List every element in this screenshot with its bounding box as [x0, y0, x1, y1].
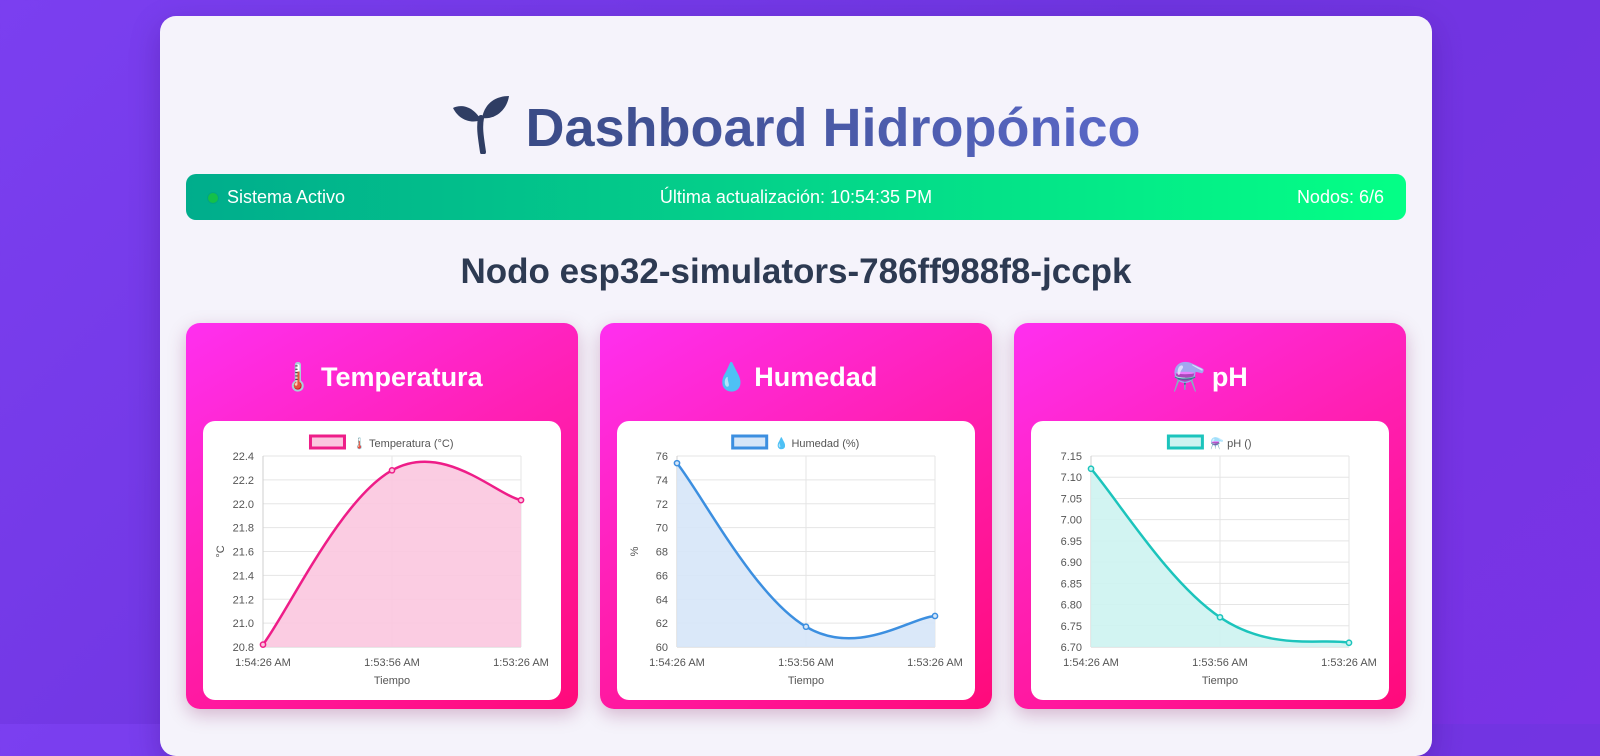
chart-legend-label: 💧 Humedad (%) — [775, 437, 860, 450]
temperature-card: 🌡️ Temperatura 🌡️ Temperatura (°C) 22.4 22.… — [186, 323, 578, 709]
chart-x-axis-title: Tiempo — [788, 675, 824, 687]
chart-y-tick: 6.70 — [1061, 642, 1082, 654]
humidity-chart[interactable]: 💧 Humedad (%) 76 74 72 70 68 66 64 62 60 1:54:26 A… — [617, 421, 975, 700]
page-title-text: Dashboard Hidropónico — [525, 98, 1141, 158]
chart-y-tick: 7.10 — [1061, 472, 1082, 484]
humidity-chart-svg: 💧 Humedad (%) 76 74 72 70 68 66 64 62 60 1:54:26 A… — [629, 434, 963, 687]
chart-x-tick: 1:53:56 AM — [364, 657, 420, 669]
chart-point[interactable] — [802, 623, 810, 631]
chart-y-tick: 72 — [656, 499, 668, 511]
chart-area — [263, 461, 521, 647]
chart-y-axis-title: °C — [215, 545, 227, 557]
chart-y-tick: 76 — [656, 451, 668, 463]
chart-legend-swatch[interactable] — [731, 434, 769, 450]
ph-card: ⚗️ pH ⚗️ pH () 7.15 7.10 7.05 7.00 6.95 6.90 6.8… — [1014, 323, 1406, 709]
chart-legend-swatch[interactable] — [308, 434, 346, 450]
chart-y-tick: 21.2 — [233, 594, 254, 606]
chart-y-tick: 21.8 — [233, 523, 254, 535]
chart-y-tick: 74 — [656, 475, 668, 487]
chart-y-tick: 6.85 — [1061, 578, 1082, 590]
chart-point[interactable] — [931, 612, 939, 620]
chart-y-tick: 7.15 — [1061, 451, 1082, 463]
temperature-chart[interactable]: 🌡️ Temperatura (°C) 22.4 22.2 22.0 21.8 21.6 2… — [203, 421, 561, 700]
chart-y-tick: 22.2 — [233, 475, 254, 487]
chart-x-tick: 1:53:56 AM — [1192, 657, 1248, 669]
chart-y-tick: 60 — [656, 642, 668, 654]
chart-legend-label: 🌡️ Temperatura (°C) — [352, 437, 453, 450]
chart-point[interactable] — [1216, 613, 1224, 621]
chart-y-tick: 21.6 — [233, 547, 254, 559]
chart-legend-label: ⚗️ pH () — [1210, 437, 1251, 450]
chart-point[interactable] — [673, 459, 681, 467]
temperature-card-label: Temperatura — [321, 362, 483, 392]
chart-y-tick: 68 — [656, 547, 668, 559]
temperature-card-title: 🌡️ Temperatura — [186, 361, 578, 393]
chart-y-tick: 70 — [656, 523, 668, 535]
chart-y-tick: 7.05 — [1061, 493, 1082, 505]
chart-x-tick: 1:53:26 AM — [1321, 657, 1377, 669]
ph-chart[interactable]: ⚗️ pH () 7.15 7.10 7.05 7.00 6.95 6.90 6.85 6.80… — [1031, 421, 1389, 700]
chart-x-axis-title: Tiempo — [374, 675, 410, 687]
droplet-icon: 💧 — [714, 362, 749, 392]
chart-y-tick: 62 — [656, 618, 668, 630]
chart-x-tick: 1:54:26 AM — [235, 657, 291, 669]
chart-x-tick: 1:54:26 AM — [649, 657, 705, 669]
chart-y-tick: 21.4 — [233, 570, 254, 582]
chart-point[interactable] — [259, 641, 267, 648]
chart-x-tick: 1:53:26 AM — [907, 657, 963, 669]
ph-card-label: pH — [1211, 362, 1248, 392]
flask-icon: ⚗️ — [1172, 362, 1206, 392]
chart-y-tick: 22.0 — [233, 499, 254, 511]
humidity-card: 💧 Humedad 💧 Humedad (%) 76 74 72 70 68 66 64 62 60… — [600, 323, 992, 709]
sprout-icon — [451, 94, 511, 166]
humidity-card-title: 💧 Humedad — [600, 361, 992, 393]
chart-y-tick: 20.8 — [233, 642, 254, 654]
chart-x-tick: 1:53:56 AM — [778, 657, 834, 669]
humidity-card-label: Humedad — [754, 362, 878, 392]
chart-y-axis-title: % — [629, 546, 641, 556]
chart-x-tick: 1:54:26 AM — [1063, 657, 1119, 669]
chart-point[interactable] — [1345, 639, 1353, 647]
chart-y-tick: 21.0 — [233, 618, 254, 630]
node-count-text: Nodos: 6/6 — [1296, 187, 1384, 207]
page-title: Dashboard Hidropónico — [160, 94, 1432, 166]
chart-y-tick: 6.75 — [1061, 621, 1082, 633]
chart-point[interactable] — [517, 496, 525, 504]
chart-x-axis-title: Tiempo — [1202, 675, 1238, 687]
chart-y-tick: 66 — [656, 570, 668, 582]
node-title: Nodo esp32-simulators-786ff988f8-jccpk — [460, 252, 1132, 291]
chart-y-tick: 6.80 — [1061, 600, 1082, 612]
chart-y-tick: 22.4 — [233, 451, 254, 463]
chart-y-tick: 6.95 — [1061, 536, 1082, 548]
temperature-chart-svg: 🌡️ Temperatura (°C) 22.4 22.2 22.0 21.8 21.6 2… — [215, 434, 549, 687]
chart-x-tick: 1:53:26 AM — [493, 657, 549, 669]
chart-y-tick: 7.00 — [1061, 515, 1082, 527]
ph-chart-svg: ⚗️ pH () 7.15 7.10 7.05 7.00 6.95 6.90 6.85 6.80… — [1061, 434, 1377, 687]
chart-point[interactable] — [388, 466, 396, 474]
last-update-text: Última actualización: 10:54:35 PM — [659, 187, 933, 207]
ph-card-title: ⚗️ pH — [1014, 361, 1406, 393]
dashboard-panel: Dashboard Hidropónico Sistema Activo Últ… — [160, 16, 1432, 756]
chart-point[interactable] — [1087, 465, 1095, 473]
chart-legend-swatch[interactable] — [1166, 434, 1204, 450]
status-bar: Sistema Activo Última actualización: 10:… — [186, 174, 1406, 220]
thermometer-icon: 🌡️ — [281, 362, 316, 392]
chart-y-tick: 64 — [656, 594, 668, 606]
chart-y-tick: 6.90 — [1061, 557, 1082, 569]
